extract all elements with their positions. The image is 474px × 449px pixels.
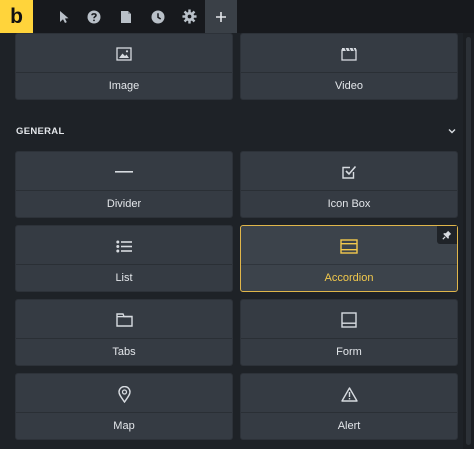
card-label: Image bbox=[16, 72, 232, 99]
card-label: Divider bbox=[16, 190, 232, 217]
card-icon-area bbox=[241, 300, 457, 340]
tabs-icon bbox=[115, 313, 133, 327]
image-icon bbox=[116, 47, 132, 61]
help-icon[interactable] bbox=[78, 0, 110, 33]
card-icon-area bbox=[16, 300, 232, 340]
card-label: Alert bbox=[241, 412, 457, 439]
card-label: Icon Box bbox=[241, 190, 457, 217]
card-icon-area bbox=[241, 152, 457, 192]
cursor-icon[interactable] bbox=[48, 0, 80, 33]
accordion-icon bbox=[340, 238, 358, 254]
card-label: Map bbox=[16, 412, 232, 439]
card-icon-area bbox=[241, 226, 457, 266]
scrollbar-thumb[interactable] bbox=[466, 37, 471, 445]
element-card-video[interactable]: Video bbox=[240, 33, 458, 100]
panel-scrollbar[interactable] bbox=[463, 33, 474, 449]
card-label: Accordion bbox=[241, 264, 457, 291]
section-header-general[interactable]: GENERAL bbox=[16, 124, 460, 140]
card-icon-area bbox=[16, 226, 232, 266]
history-icon[interactable] bbox=[142, 0, 174, 33]
element-card-map[interactable]: Map bbox=[15, 373, 233, 440]
map-pin-icon bbox=[117, 385, 131, 403]
pin-button[interactable] bbox=[437, 226, 457, 244]
element-card-form[interactable]: Form bbox=[240, 299, 458, 366]
add-icon[interactable] bbox=[205, 0, 237, 33]
video-icon bbox=[341, 47, 357, 61]
form-icon bbox=[341, 312, 357, 328]
alert-icon bbox=[340, 386, 358, 402]
element-card-list[interactable]: List bbox=[15, 225, 233, 292]
card-icon-area bbox=[16, 152, 232, 192]
element-card-accordion[interactable]: Accordion bbox=[240, 225, 458, 292]
builder-logo[interactable]: b bbox=[0, 0, 33, 33]
chevron-down-icon[interactable] bbox=[447, 126, 457, 136]
card-icon-area bbox=[241, 34, 457, 74]
element-card-image[interactable]: Image bbox=[15, 33, 233, 100]
icon-box-icon bbox=[342, 165, 357, 179]
settings-icon[interactable] bbox=[173, 0, 205, 33]
card-icon-area bbox=[16, 34, 232, 74]
divider-icon bbox=[115, 171, 133, 173]
element-card-tabs[interactable]: Tabs bbox=[15, 299, 233, 366]
top-toolbar: b bbox=[0, 0, 474, 33]
element-card-divider[interactable]: Divider bbox=[15, 151, 233, 218]
card-label: Form bbox=[241, 338, 457, 365]
pin-icon bbox=[442, 230, 452, 240]
element-card-icon-box[interactable]: Icon Box bbox=[240, 151, 458, 218]
page-icon[interactable] bbox=[110, 0, 142, 33]
card-label: Video bbox=[241, 72, 457, 99]
card-label: List bbox=[16, 264, 232, 291]
card-icon-area bbox=[16, 374, 232, 414]
element-card-alert[interactable]: Alert bbox=[240, 373, 458, 440]
list-icon bbox=[116, 240, 132, 252]
card-label: Tabs bbox=[16, 338, 232, 365]
section-title: GENERAL bbox=[16, 126, 65, 137]
card-icon-area bbox=[241, 374, 457, 414]
